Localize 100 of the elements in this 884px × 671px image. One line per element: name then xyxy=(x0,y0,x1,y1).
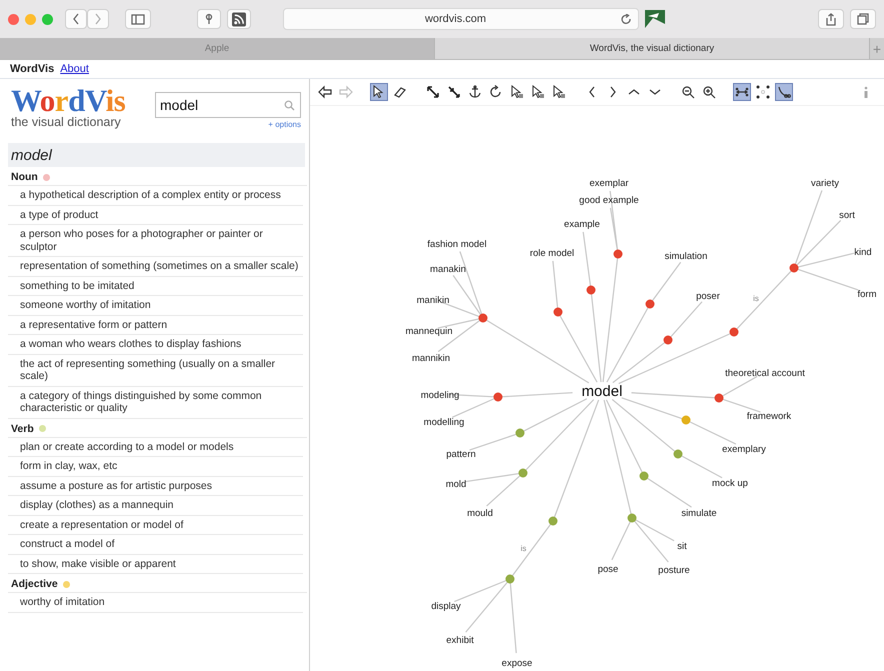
rotate-icon xyxy=(489,85,503,99)
word-label[interactable]: mock up xyxy=(712,478,748,489)
definition-item[interactable]: a person who poses for a photographer or painter or sculptor xyxy=(8,225,303,257)
word-label[interactable]: exemplar xyxy=(589,178,629,189)
connector-line xyxy=(611,521,631,560)
word-label[interactable]: framework xyxy=(746,411,792,422)
word-label[interactable]: variety xyxy=(811,178,839,189)
word-label[interactable]: kind xyxy=(854,247,872,258)
word-label[interactable]: form xyxy=(858,289,876,300)
definition-item[interactable]: a category of things distinguished by some common characteristic or quality xyxy=(8,386,303,418)
search-field[interactable]: model xyxy=(155,92,301,118)
word-label[interactable]: theoretical account xyxy=(725,368,805,379)
sense-node[interactable] xyxy=(790,264,798,272)
definition-item[interactable]: a type of product xyxy=(8,206,303,225)
dots-icon xyxy=(756,85,770,99)
tool-button[interactable] xyxy=(775,83,793,101)
word-label[interactable]: expose xyxy=(502,658,532,669)
tabs-overview-icon xyxy=(857,13,869,25)
extension-button[interactable] xyxy=(645,9,665,29)
word-label[interactable]: mold xyxy=(446,479,466,490)
rss-button[interactable] xyxy=(227,9,251,29)
word-label[interactable]: simulation xyxy=(664,251,708,262)
definition-item[interactable]: display (clothes) as a mannequin xyxy=(8,496,303,516)
definition-item[interactable]: a representative form or pattern xyxy=(8,316,303,335)
word-label[interactable]: role model xyxy=(530,248,574,259)
word-label[interactable]: manikin xyxy=(416,295,450,306)
share-button[interactable] xyxy=(818,9,844,29)
word-label[interactable]: mould xyxy=(467,508,493,519)
sense-node[interactable] xyxy=(586,286,596,294)
definition-item[interactable]: a hypothetical description of a complex entity or process xyxy=(8,186,303,206)
word-label[interactable]: example xyxy=(564,219,600,230)
word-label[interactable]: sit xyxy=(677,541,687,552)
definition-item[interactable]: something to be imitated xyxy=(8,276,303,296)
sense-node[interactable] xyxy=(614,250,622,258)
sense-node[interactable] xyxy=(664,336,672,344)
word-label[interactable]: exhibit xyxy=(446,635,474,646)
word-label[interactable]: display xyxy=(431,601,461,612)
sense-node[interactable] xyxy=(494,392,502,402)
site-brand: WordVis xyxy=(10,63,54,75)
tool-button[interactable] xyxy=(733,83,751,101)
connector-line xyxy=(736,270,792,330)
sense-node[interactable] xyxy=(548,516,558,526)
sense-node[interactable] xyxy=(554,308,562,316)
sense-node[interactable] xyxy=(516,428,524,438)
word-label[interactable]: posture xyxy=(658,565,690,576)
diagonal-arrow-icon xyxy=(426,85,440,99)
definition-item[interactable]: to show, make visible or apparent xyxy=(8,554,303,574)
connector-line xyxy=(512,524,552,576)
definition-item[interactable]: the act of representing something (usually on a smaller scale) xyxy=(8,354,303,386)
sense-node[interactable] xyxy=(478,314,488,322)
word-label[interactable]: modeling xyxy=(420,390,460,401)
browser-tab[interactable]: WordVis, the visual dictionary xyxy=(435,38,870,59)
sense-node[interactable] xyxy=(682,416,690,424)
definition-item[interactable]: assume a posture as for artistic purposes xyxy=(8,476,303,496)
sense-node[interactable] xyxy=(646,300,654,308)
tool-button[interactable] xyxy=(754,83,772,101)
connector-line xyxy=(681,455,722,478)
tabs-overview-button[interactable] xyxy=(850,9,876,29)
address-bar[interactable]: wordvis.com xyxy=(283,8,639,30)
back-button[interactable] xyxy=(65,9,87,29)
word-label[interactable]: modelling xyxy=(424,417,464,428)
definition-item[interactable]: worthy of imitation xyxy=(8,593,303,612)
word-label[interactable]: simulate xyxy=(681,508,717,519)
sense-node[interactable] xyxy=(730,328,738,336)
sense-node[interactable] xyxy=(506,574,514,584)
sense-node[interactable] xyxy=(518,468,528,478)
pin-button[interactable] xyxy=(197,9,221,29)
word-label[interactable]: good example xyxy=(579,195,639,206)
sidebar-button[interactable] xyxy=(125,9,151,29)
word-label[interactable]: mannequin xyxy=(406,326,452,337)
word-label[interactable]: pose xyxy=(598,564,618,575)
definition-item[interactable]: construct a model of xyxy=(8,535,303,554)
word-label[interactable]: manakin xyxy=(430,264,466,275)
sense-node[interactable] xyxy=(640,472,648,480)
definition-item[interactable]: plan or create according to a model or models xyxy=(8,438,303,457)
connector-line xyxy=(610,208,618,250)
definition-item[interactable]: representation of something (sometimes on a smaller scale) xyxy=(8,257,303,276)
word-label[interactable]: sort xyxy=(839,210,855,221)
forward-icon xyxy=(94,13,102,25)
relation-label: is xyxy=(520,544,526,553)
definition-item[interactable]: a woman who wears clothes to display fashions xyxy=(8,335,303,354)
word-label[interactable]: fashion model xyxy=(427,239,487,250)
word-label[interactable]: poser xyxy=(696,291,720,302)
definition-item[interactable]: someone worthy of imitation xyxy=(8,296,303,316)
nav-link[interactable]: About xyxy=(60,63,89,75)
definition-item[interactable]: form in clay, wax, etc xyxy=(8,457,303,476)
tool-button[interactable] xyxy=(370,83,388,101)
sense-node[interactable] xyxy=(674,450,682,458)
headword: model xyxy=(8,143,305,167)
word-label[interactable]: mannikin xyxy=(412,353,450,364)
sense-node[interactable] xyxy=(714,394,724,402)
definition-item[interactable]: create a representation or model of xyxy=(8,516,303,535)
word-label[interactable]: pattern xyxy=(446,449,476,460)
sense-node[interactable] xyxy=(628,514,636,522)
options-link[interactable]: + options xyxy=(268,120,301,129)
tool-button[interactable] xyxy=(316,83,334,101)
word-label[interactable]: exemplary xyxy=(722,444,766,455)
center-word[interactable]: model xyxy=(582,383,622,400)
pin-icon xyxy=(205,13,213,25)
tool-button[interactable] xyxy=(424,83,442,101)
